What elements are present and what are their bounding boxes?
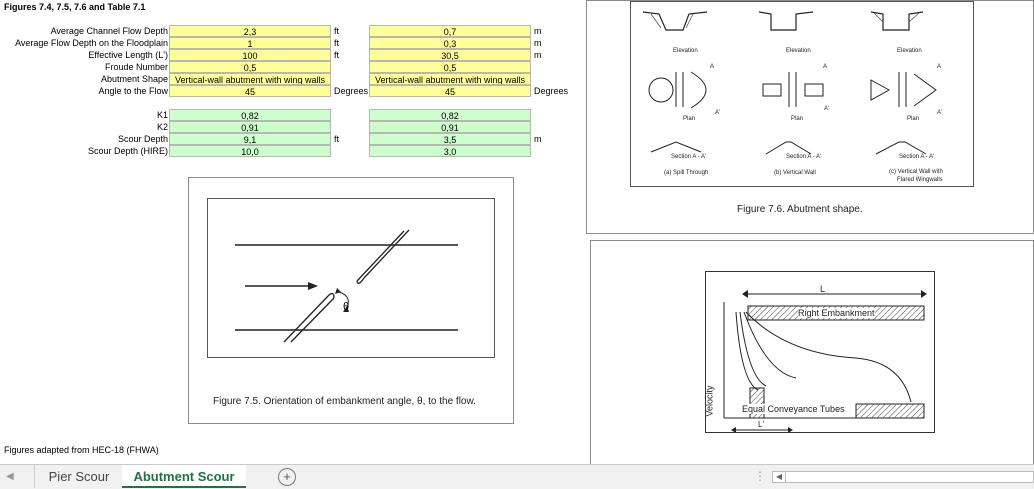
horizontal-scrollbar[interactable]: ◀: [772, 471, 1034, 483]
label-froude-number: Froude Number: [104, 62, 168, 72]
result-k1-m[interactable]: 0,82: [369, 109, 531, 121]
conveyance-tubes-label: Equal Conveyance Tubes: [742, 404, 845, 414]
input-froude-number[interactable]: 0,5: [169, 61, 331, 73]
input-abutment-shape[interactable]: Vertical-wall abutment with wing walls: [169, 73, 331, 85]
a-marker-3: A: [937, 64, 942, 70]
unit-ft: ft: [334, 50, 340, 60]
result-scour-depth-ft[interactable]: 9,1: [169, 133, 331, 145]
value-angle-to-flow-2[interactable]: 45: [369, 85, 531, 97]
label-effective-length: Effective Length (L'): [88, 50, 168, 60]
unit-m: m: [534, 50, 542, 60]
plan-label-a: Plan: [683, 116, 696, 122]
result-scour-hire-ft[interactable]: 10,0: [169, 145, 331, 157]
unit-m: m: [534, 134, 542, 144]
label-scour-depth-hire: Scour Depth (HIRE): [87, 146, 168, 156]
tab-abutment-scour[interactable]: Abutment Scour: [122, 465, 246, 488]
a-prime-marker-2: A': [824, 106, 830, 112]
scroll-left-arrow-icon[interactable]: ◀: [6, 465, 22, 488]
figure-7-5-caption: Figure 7.5. Orientation of embankment an…: [213, 396, 476, 407]
velocity-figure-frame[interactable]: L Right Embankment Equal Conveyance Tube…: [590, 240, 1034, 466]
unit-m: m: [534, 26, 542, 36]
label-abutment-shape: Abutment Shape: [100, 74, 168, 84]
tab-split-handle-icon[interactable]: ⋮: [754, 465, 766, 488]
add-sheet-button[interactable]: +: [278, 468, 296, 486]
figure-7-5-frame[interactable]: θ Figure 7.5. Orientation of embankment …: [188, 177, 514, 424]
length-Lprime-label: L': [758, 420, 764, 429]
label-angle-to-flow: Angle to the Flow: [98, 86, 168, 96]
label-k1: K1: [156, 110, 168, 120]
sheet-title: Figures 7.4, 7.5, 7.6 and Table 7.1: [4, 2, 146, 12]
figure-7-5-box: θ: [207, 198, 495, 358]
a-marker-2: A: [823, 64, 828, 70]
unit-degrees: Degrees: [534, 86, 569, 96]
input-channel-depth-ft[interactable]: 2,3: [169, 25, 331, 37]
value-abutment-shape-2[interactable]: Vertical-wall abutment with wing walls: [369, 73, 531, 85]
result-scour-hire-m[interactable]: 3,0: [369, 145, 531, 157]
right-embankment-label: Right Embankment: [798, 308, 875, 318]
unit-m: m: [534, 38, 542, 48]
tab-pier-scour[interactable]: Pier Scour: [34, 465, 123, 488]
section-label-a: Section A - A': [671, 154, 707, 160]
type-c-label: (c) Vertical Wall with: [889, 169, 943, 175]
label-k2: K2: [156, 122, 168, 132]
plan-label-b: Plan: [791, 116, 804, 122]
plan-label-c: Plan: [907, 116, 920, 122]
figure-7-6-caption: Figure 7.6. Abutment shape.: [737, 204, 863, 215]
elevation-label-b: Elevation: [786, 48, 811, 54]
sheet-tab-bar: ◀ Pier Scour Abutment Scour + ⋮ ◀: [0, 464, 1034, 489]
figure-7-6-box: Elevation Elevation Elevation A A' A A' …: [630, 1, 974, 187]
a-marker-1: A: [710, 64, 715, 70]
theta-label: θ: [343, 301, 350, 313]
a-prime-marker-1: A': [715, 110, 721, 116]
unit-ft: ft: [334, 134, 340, 144]
section-label-b: Section A - A': [786, 154, 822, 160]
unit-degrees: Degrees: [334, 86, 369, 96]
elevation-label-a: Elevation: [673, 48, 698, 54]
result-k2-m[interactable]: 0,91: [369, 121, 531, 133]
type-b-label: (b) Vertical Wall: [774, 170, 816, 176]
scroll-left-icon[interactable]: ◀: [773, 472, 786, 482]
a-prime-marker-3: A': [937, 110, 943, 116]
label-floodplain-depth: Average Flow Depth on the Floodplain: [15, 38, 168, 48]
type-c-label-2: Flared Wingwalls: [897, 177, 943, 183]
value-floodplain-depth-m[interactable]: 0,3: [369, 37, 531, 49]
label-scour-depth: Scour Depth: [117, 134, 168, 144]
value-froude-number-2[interactable]: 0,5: [369, 61, 531, 73]
velocity-figure-box: L Right Embankment Equal Conveyance Tube…: [705, 271, 935, 433]
unit-ft: ft: [334, 38, 340, 48]
figure-7-6-frame[interactable]: Elevation Elevation Elevation A A' A A' …: [586, 0, 1034, 234]
velocity-axis-label: Velocity: [704, 385, 715, 417]
result-k2-ft[interactable]: 0,91: [169, 121, 331, 133]
footer-note: Figures adapted from HEC-18 (FHWA): [4, 445, 159, 455]
embankment-diagram: [235, 229, 458, 343]
result-k1-ft[interactable]: 0,82: [169, 109, 331, 121]
result-scour-depth-m[interactable]: 3,5: [369, 133, 531, 145]
length-L-label: L: [820, 284, 826, 294]
value-channel-depth-m[interactable]: 0,7: [369, 25, 531, 37]
input-effective-length-ft[interactable]: 100: [169, 49, 331, 61]
value-effective-length-m[interactable]: 30,5: [369, 49, 531, 61]
section-label-c: Section A - A': [899, 154, 935, 160]
input-floodplain-depth-ft[interactable]: 1: [169, 37, 331, 49]
elevation-label-c: Elevation: [897, 48, 922, 54]
input-angle-to-flow[interactable]: 45: [169, 85, 331, 97]
type-a-label: (a) Spill Through: [664, 170, 709, 176]
label-avg-channel-depth: Average Channel Flow Depth: [50, 26, 168, 36]
unit-ft: ft: [334, 26, 340, 36]
